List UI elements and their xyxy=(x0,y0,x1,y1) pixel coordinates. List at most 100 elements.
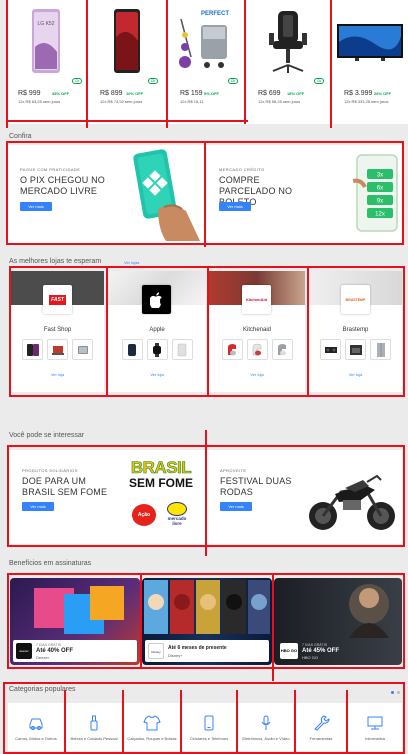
cashback-badge: Cb xyxy=(314,78,324,84)
product-card[interactable]: Cb R$ 899 10% OFF 12x R$ 74,92 sem juros xyxy=(88,0,166,124)
subscription-card-hbo[interactable]: HBO GO 7 DIAS GRÁTIS Até 45% OFF HBO GO xyxy=(274,578,402,665)
kitchenaid-logo: KitchenAid xyxy=(242,285,271,314)
subscription-info: HBO GO 7 DIAS GRÁTIS Até 45% OFF HBO GO xyxy=(277,640,357,662)
see-store-link[interactable]: Ver loja xyxy=(108,372,206,377)
see-more-button[interactable]: Ver mais xyxy=(20,202,52,211)
category-label: Informática xyxy=(365,736,385,741)
promo-card-solidary[interactable]: PRODUTOS SOLIDÁRIOS DOE PARA UM BRASIL S… xyxy=(9,450,206,544)
disney-characters-illustration xyxy=(144,580,270,634)
product-price: R$ 999 xyxy=(18,90,41,97)
see-more-button[interactable]: Ver mais xyxy=(219,202,251,211)
store-product-thumbs xyxy=(11,339,104,360)
store-card-apple[interactable]: Apple Ver loja xyxy=(108,271,206,392)
installment-option: 6x xyxy=(377,186,383,192)
pagination-dots xyxy=(391,691,394,694)
product-installments: 12x R$ 74,92 sem juros xyxy=(100,99,143,104)
watch-thumb[interactable] xyxy=(146,339,168,360)
pagination-dot xyxy=(397,691,400,694)
store-card-fastshop[interactable]: FAST Fast Shop Ver loja xyxy=(11,271,104,392)
product-price: R$ 159 xyxy=(180,90,203,97)
shirt-icon xyxy=(143,715,161,731)
music-illustration xyxy=(34,586,124,634)
product-price: R$ 899 xyxy=(100,90,123,97)
see-more-button[interactable]: Ver mais xyxy=(220,502,252,511)
iphone-thumb[interactable] xyxy=(121,339,143,360)
ipad-thumb[interactable] xyxy=(171,339,193,360)
store-product-thumbs xyxy=(108,339,206,360)
category-phones[interactable]: Celulares e Telefones xyxy=(182,703,236,751)
see-more-button[interactable]: Ver mais xyxy=(22,502,54,511)
category-label: Calçados, Roupas e Bolsas xyxy=(127,736,177,741)
see-stores-link[interactable]: Ver lojas xyxy=(124,260,139,265)
cashback-badge: Cb xyxy=(228,78,238,84)
tv-image xyxy=(332,4,408,80)
tablet-thumb[interactable] xyxy=(72,339,93,360)
promo-card-boleto[interactable]: MERCADO CRÉDITO COMPRE PARCELADO NO BOLE… xyxy=(205,145,402,244)
subscription-card-deezer[interactable]: deezer 7 DIAS GRÁTIS Até 40% OFF Deezer xyxy=(10,578,140,665)
category-label: Carros, Motos e Outros xyxy=(15,736,57,741)
category-tools[interactable]: Ferramentas xyxy=(296,703,346,751)
subscription-service: Disney+ xyxy=(168,653,183,658)
iphone-thumb[interactable] xyxy=(22,339,43,360)
subscription-tag: 7 DIAS GRÁTIS xyxy=(36,643,62,647)
promo-eyebrow: PRODUTOS SOLIDÁRIOS xyxy=(22,468,78,473)
category-label: Beleza e Cuidado Pessoal xyxy=(70,736,118,741)
store-card-kitchenaid[interactable]: KitchenAid Kitchenaid Ver loja xyxy=(209,271,305,392)
section-title-stores: As melhores lojas te esperam xyxy=(9,258,102,265)
promo-headline: FESTIVAL DUAS RODAS xyxy=(220,476,292,497)
product-card[interactable]: PERFECT Cb R$ 159 5% OFF 12x R$ 15,11 xyxy=(168,0,244,124)
motorcycle-illustration xyxy=(309,474,395,530)
promo-eyebrow: MERCADO CRÉDITO xyxy=(219,167,265,172)
see-store-link[interactable]: Ver loja xyxy=(309,372,402,377)
subscription-offer: Até 45% OFF xyxy=(302,648,340,654)
cooktop-thumb[interactable] xyxy=(320,339,341,360)
subscription-card-disney[interactable]: Disney Até 6 meses de presente Disney+ xyxy=(142,578,272,665)
acao-logo: Ação xyxy=(132,504,156,526)
store-card-brastemp[interactable]: BRASTEMP Brastemp Ver loja xyxy=(309,271,402,392)
category-beauty[interactable]: Beleza e Cuidado Pessoal xyxy=(66,703,122,751)
product-price: R$ 699 xyxy=(258,90,281,97)
see-store-link[interactable]: Ver loja xyxy=(209,372,305,377)
mixer-thumb[interactable] xyxy=(246,339,268,360)
category-label: Eletrônicos, Áudio e Vídeo xyxy=(242,736,290,741)
section-title-categories: Categorias populares xyxy=(9,686,76,693)
brasil-sem-fome-logo: BRASIL SEM FOME xyxy=(128,458,193,490)
product-card[interactable]: LG K52 Cb R$ 999 38% OFF 12x R$ 83,25 se… xyxy=(6,0,86,124)
section-title-interest: Você pode se interessar xyxy=(9,432,85,439)
installment-option: 3x xyxy=(377,173,383,179)
subscription-info: Disney Até 6 meses de presente Disney+ xyxy=(145,640,269,662)
product-installments: 12x R$ 58,25 sem juros xyxy=(258,99,301,104)
category-computers[interactable]: Informática xyxy=(348,703,402,751)
subscription-service: Deezer xyxy=(36,655,49,660)
product-discount: 5% OFF xyxy=(204,91,219,96)
monitor-icon xyxy=(367,716,383,730)
cosmetics-icon xyxy=(90,715,98,731)
category-cars[interactable]: Carros, Motos e Outros xyxy=(8,703,64,751)
mixer-thumb[interactable] xyxy=(221,339,243,360)
mop-image: PERFECT xyxy=(168,4,244,80)
promo-card-pix[interactable]: PAGUE COM PRATICIDADE O PIX CHEGOU NO ME… xyxy=(6,145,204,244)
product-discount: 26% OFF xyxy=(374,91,392,96)
mixer-thumb[interactable] xyxy=(271,339,293,360)
store-name: Brastemp xyxy=(342,327,369,333)
store-product-thumbs xyxy=(209,339,305,360)
product-card[interactable]: R$ 3.999 26% OFF 12x R$ 333,25 sem juros xyxy=(332,0,408,124)
hbo-go-logo: HBO GO xyxy=(280,643,298,659)
see-store-link[interactable]: Ver loja xyxy=(11,372,104,377)
laptop-thumb[interactable] xyxy=(47,339,68,360)
promo-eyebrow: PAGUE COM PRATICIDADE xyxy=(20,167,81,172)
svg-text:LG K52: LG K52 xyxy=(38,21,55,27)
promo-card-motorcycle[interactable]: APROVEITE FESTIVAL DUAS RODAS Ver mais xyxy=(207,450,402,544)
disney-logo: Disney xyxy=(148,643,164,659)
product-card[interactable]: Cb R$ 699 18% OFF 12x R$ 58,25 sem juros xyxy=(246,0,330,124)
svg-text:PERFECT: PERFECT xyxy=(201,11,229,17)
mercado-livre-logo: mercado livre xyxy=(163,502,191,526)
category-label: Ferramentas xyxy=(309,736,333,741)
car-icon xyxy=(29,718,43,730)
chair-image xyxy=(246,4,330,80)
oven-thumb[interactable] xyxy=(345,339,366,360)
fridge-thumb[interactable] xyxy=(370,339,391,360)
category-electronics[interactable]: Eletrônicos, Áudio e Vídeo xyxy=(238,703,294,751)
category-fashion[interactable]: Calçados, Roupas e Bolsas xyxy=(124,703,180,751)
product-installments: 12x R$ 15,11 xyxy=(180,99,204,104)
